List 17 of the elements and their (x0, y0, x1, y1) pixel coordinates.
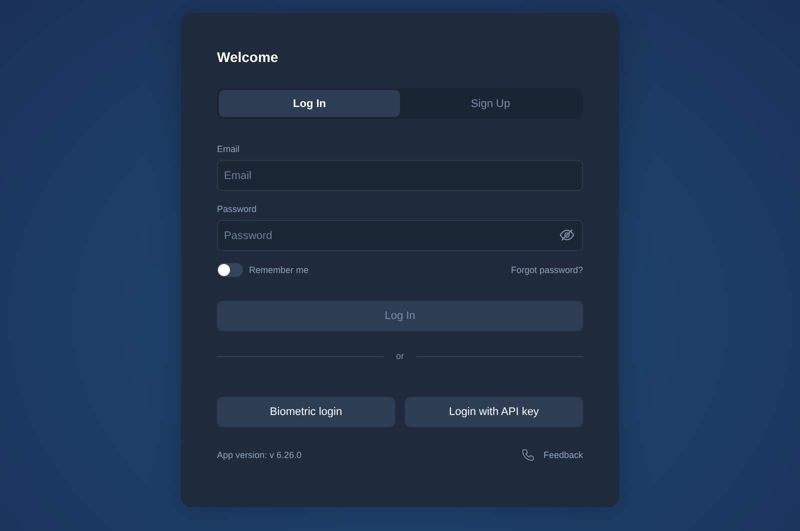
field-label: Email (217, 144, 241, 154)
toggle-switch[interactable] (217, 263, 243, 277)
phone-icon (521, 448, 536, 462)
tab[interactable]: Log In (219, 90, 400, 117)
field-label: Password (217, 204, 258, 214)
input-field[interactable]: Password (217, 220, 583, 251)
version-text: App version: v 6.26.0 (217, 450, 302, 460)
login-option-button[interactable]: Biometric login (217, 397, 395, 427)
eye-slash-icon[interactable] (559, 227, 575, 243)
login-option-button[interactable]: Login with API key (405, 397, 583, 427)
tab[interactable]: Sign Up (400, 90, 581, 117)
divider-text: or (396, 351, 404, 361)
input-field[interactable]: Email (217, 160, 583, 191)
forgot-password-link[interactable]: Forgot password? (510, 265, 583, 275)
feedback-link[interactable]: Feedback (521, 448, 583, 462)
card-title: Welcome (217, 49, 280, 67)
toggle-label: Remember me (249, 265, 309, 275)
